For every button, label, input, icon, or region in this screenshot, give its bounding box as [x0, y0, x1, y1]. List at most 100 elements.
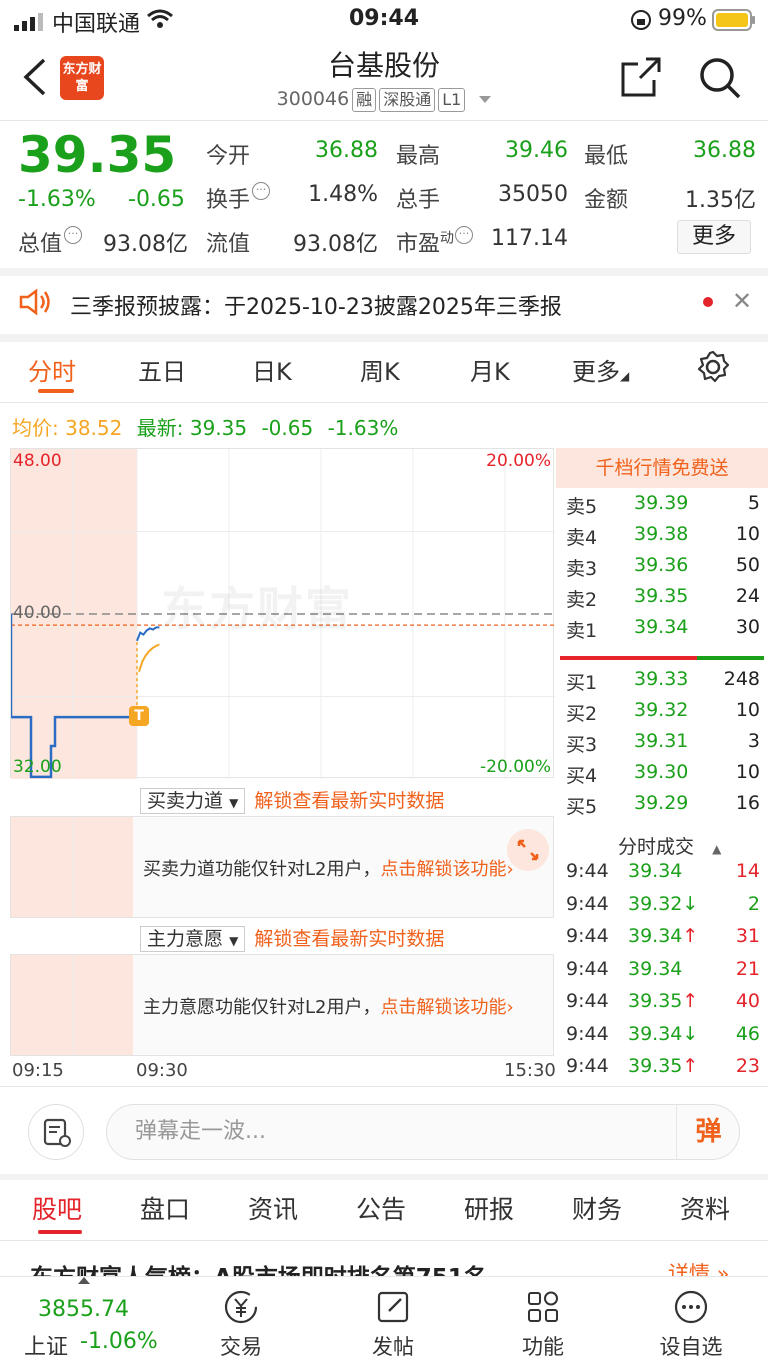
arrow-up-icon: ↑: [682, 1055, 699, 1077]
price-line: [136, 626, 160, 642]
divider: [0, 1240, 768, 1241]
tick-price: 39.35↑: [628, 1055, 699, 1077]
bid-row[interactable]: 买1 39.33 248: [556, 668, 768, 699]
change-amount: -0.65: [128, 187, 185, 212]
more-button[interactable]: 更多: [677, 220, 751, 254]
tick-time: 9:44: [566, 957, 609, 980]
trade-item[interactable]: 交易: [186, 1287, 296, 1361]
comment-bar: 弹幕走一波... 弹: [0, 1098, 768, 1164]
ask-row[interactable]: 卖4 39.38 10: [556, 523, 768, 554]
tab-indicator: [38, 1230, 82, 1234]
preopen-band: [11, 955, 133, 1055]
close-icon[interactable]: ✕: [732, 287, 752, 315]
watchlist-item[interactable]: 设自选: [636, 1287, 746, 1361]
ask-row[interactable]: 卖5 39.39 5: [556, 492, 768, 523]
ask-volume: 10: [735, 523, 760, 545]
bid-price: 39.31: [634, 730, 689, 752]
level2-banner[interactable]: 千档行情免费送: [556, 448, 768, 488]
panel2-unlock-link[interactable]: 解锁查看最新实时数据: [254, 928, 444, 950]
tick-time: 9:44: [566, 925, 609, 947]
tab-research[interactable]: 研报: [464, 1190, 514, 1226]
ask-row[interactable]: 卖1 39.34 30: [556, 616, 768, 647]
panel1-unlock-link[interactable]: 解锁查看最新实时数据: [254, 790, 444, 812]
pe-value: 117.14: [491, 226, 568, 251]
divider: [0, 1174, 768, 1180]
function-item[interactable]: 功能: [488, 1287, 598, 1361]
turnover-label: 换手 ···: [206, 182, 271, 214]
y-mid-label: 40.00: [13, 603, 62, 623]
expand-icon[interactable]: [507, 829, 549, 871]
tick-price: 39.34: [628, 860, 683, 882]
ask-row[interactable]: 卖2 39.35 24: [556, 585, 768, 616]
y-top-label: 48.00: [13, 451, 62, 471]
notice-text[interactable]: 三季报预披露：于2025-10-23披露2025年三季报: [70, 289, 562, 321]
pct-top-label: 20.00%: [486, 451, 551, 471]
ask-price: 39.38: [634, 523, 689, 545]
tab-pankou[interactable]: 盘口: [140, 1190, 190, 1226]
tick-volume: 31: [735, 925, 760, 947]
tab-daily-k[interactable]: 日K: [252, 352, 292, 387]
notice-bar[interactable]: 三季报预披露：于2025-10-23披露2025年三季报 ✕: [0, 276, 768, 328]
bid-row[interactable]: 买2 39.32 10: [556, 699, 768, 730]
danmu-input[interactable]: 弹幕走一波...: [106, 1104, 740, 1160]
bid-row[interactable]: 买3 39.31 3: [556, 730, 768, 761]
divider: [0, 120, 768, 121]
bid-list: 买1 39.33 248 买2 39.32 10 买3 39.31 3 买4 39.30 10 买5 39…: [556, 668, 768, 828]
tick-volume: 40: [735, 990, 760, 1012]
bid-price: 39.29: [634, 792, 689, 814]
ask-row[interactable]: 卖3 39.36 50: [556, 554, 768, 585]
bid-level: 买4: [566, 765, 598, 787]
pe-label: 市盈动 ···: [396, 226, 474, 258]
index-value[interactable]: 3855.74: [38, 1297, 129, 1322]
tag-connect: 深股通: [379, 88, 436, 112]
info-icon[interactable]: ···: [252, 182, 271, 200]
trade-marker[interactable]: T: [129, 706, 149, 726]
gear-icon[interactable]: [696, 350, 730, 388]
bid-row[interactable]: 买4 39.30 10: [556, 761, 768, 792]
battery-percent: 99%: [658, 6, 707, 31]
info-icon[interactable]: ···: [64, 226, 83, 244]
rotation-lock-icon: [630, 9, 652, 37]
low-label: 最低: [584, 144, 629, 169]
bid-row[interactable]: 买5 39.29 16: [556, 792, 768, 823]
panel1-unlock-action[interactable]: 点击解锁该功能: [380, 859, 506, 880]
turnover-value: 1.48%: [308, 182, 378, 207]
tick-time: 9:44: [566, 892, 609, 915]
tab-weekly-k[interactable]: 周K: [360, 352, 400, 387]
tick-volume: 46: [735, 1022, 760, 1045]
note-icon[interactable]: [28, 1104, 84, 1160]
tab-announcement[interactable]: 公告: [356, 1190, 406, 1226]
intent-dropdown[interactable]: 主力意愿 ▼: [140, 926, 246, 952]
pct-bottom-label: -20.00%: [480, 757, 551, 777]
volume-value: 35050: [498, 182, 568, 207]
tab-news[interactable]: 资讯: [248, 1190, 298, 1226]
ask-level: 卖3: [566, 558, 598, 580]
ticks-title[interactable]: 分时成交 ▲: [618, 832, 721, 859]
tab-five-day[interactable]: 五日: [138, 352, 186, 387]
edit-icon: [338, 1287, 448, 1331]
tab-monthly-k[interactable]: 月K: [470, 352, 510, 387]
post-item[interactable]: 发帖: [338, 1287, 448, 1361]
danmu-button[interactable]: 弹: [676, 1104, 740, 1160]
tab-more[interactable]: 更多◢: [572, 352, 629, 387]
tab-finance[interactable]: 财务: [572, 1190, 622, 1226]
intraday-chart[interactable]: 48.00 40.00 32.00 20.00% -20.00% 东方财富 T: [10, 448, 555, 779]
ask-price: 39.39: [634, 492, 689, 514]
index-name: 上证: [24, 1335, 69, 1360]
status-bar: 中国联通 09:44 99%: [0, 0, 768, 40]
amount-label: 金额: [584, 188, 629, 213]
watchlist-label: 设自选: [659, 1335, 723, 1359]
tick-row: 9:44 39.34↓ 46: [556, 1023, 768, 1055]
tick-volume: 23: [735, 1055, 760, 1077]
caret-up-icon[interactable]: [78, 1277, 90, 1284]
ask-price: 39.34: [634, 616, 689, 638]
share-icon[interactable]: [620, 56, 662, 102]
amount-value: 1.35亿: [685, 188, 756, 213]
chevron-down-icon[interactable]: [479, 96, 492, 103]
panel2-unlock-action[interactable]: 点击解锁该功能: [380, 997, 506, 1018]
tab-profile[interactable]: 资料: [680, 1190, 730, 1226]
tab-guba[interactable]: 股吧: [32, 1190, 82, 1226]
tab-intraday[interactable]: 分时: [28, 352, 76, 387]
power-dropdown[interactable]: 买卖力道 ▼: [140, 788, 246, 814]
search-icon[interactable]: [698, 56, 742, 104]
